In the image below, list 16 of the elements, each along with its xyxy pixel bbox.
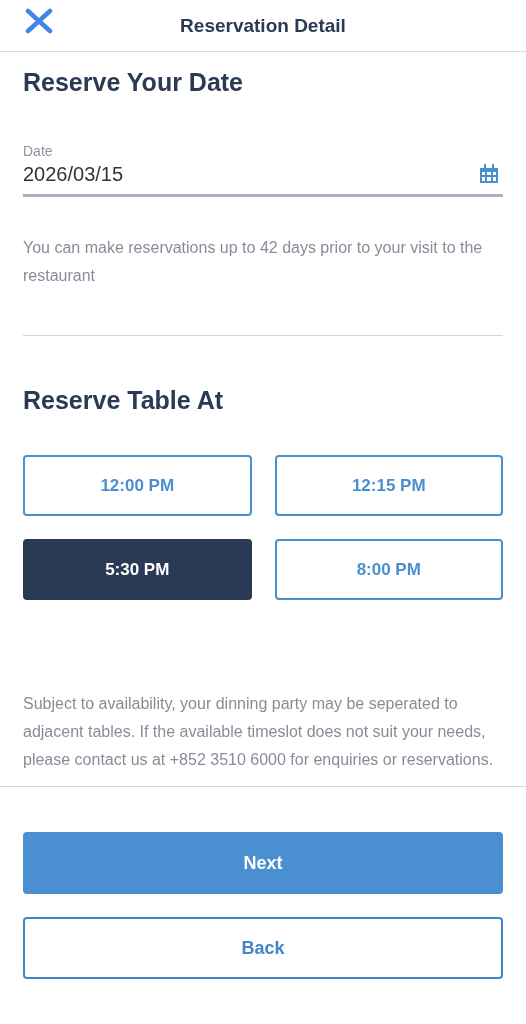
close-icon[interactable]: [25, 8, 53, 34]
next-button[interactable]: Next: [23, 832, 503, 894]
back-button[interactable]: Back: [23, 917, 503, 979]
date-field[interactable]: Date 2026/03/15: [23, 142, 503, 197]
reservation-note: You can make reservations up to 42 days prior to your visit to the restaurant: [23, 238, 484, 286]
time-slot-button[interactable]: 12:15 PM: [274, 455, 503, 516]
time-slot-button[interactable]: 8:00 PM: [274, 539, 503, 600]
section-heading: Reserve Table At: [23, 385, 225, 416]
date-value: 2026/03/15: [23, 162, 124, 187]
calendar-icon[interactable]: [479, 164, 499, 184]
availability-note: Subject to availability, your dinning party may be seperated to adjacent tables. If the available timeslot does not suit your needs, please contact us at +852 3510 6000 for enquiries or reservations.: [23, 694, 495, 770]
time-slot-button[interactable]: 5:30 PM: [23, 539, 252, 600]
field-label: Date: [23, 142, 54, 160]
time-slot-button[interactable]: 12:00 PM: [23, 455, 252, 516]
section-heading: Reserve Your Date: [23, 67, 245, 98]
header-title: Reservation Detail: [180, 14, 346, 37]
